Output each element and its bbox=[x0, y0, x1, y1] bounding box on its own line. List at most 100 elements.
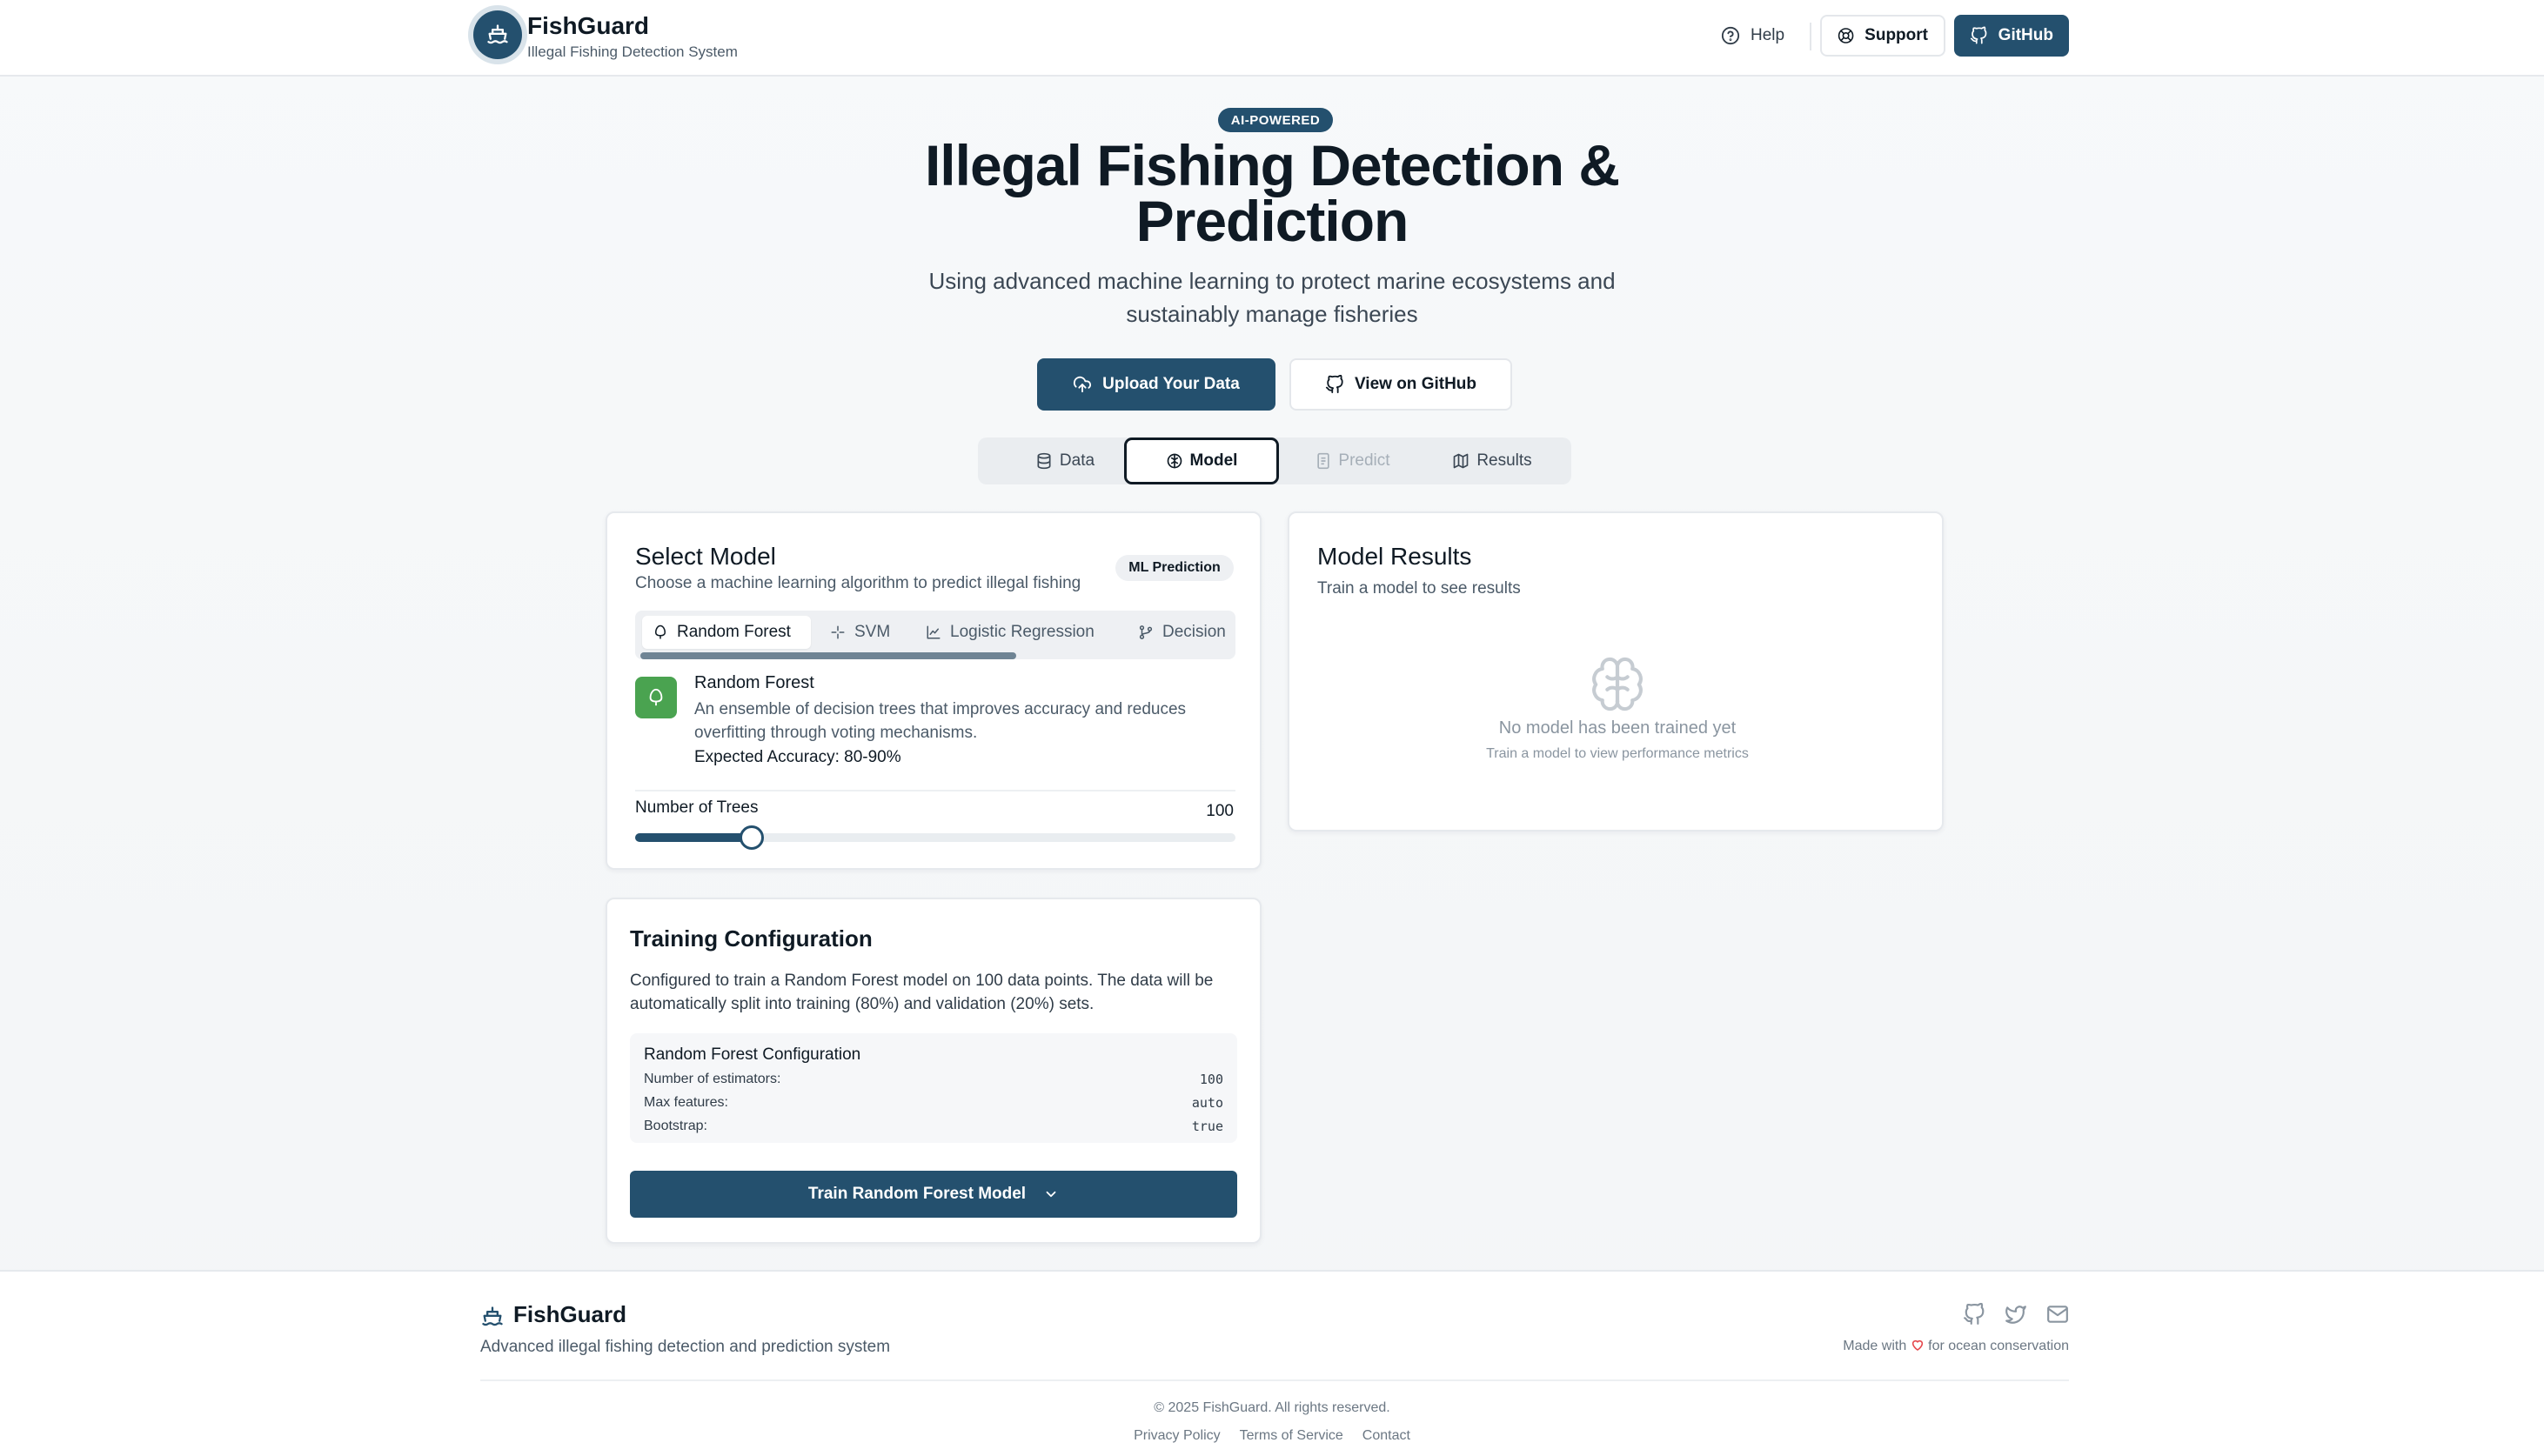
tree-icon bbox=[635, 677, 677, 718]
view-on-github-button[interactable]: View on GitHub bbox=[1289, 358, 1512, 411]
brand-name[interactable]: FishGuard bbox=[527, 12, 649, 40]
trees-slider-fill bbox=[635, 833, 752, 842]
config-value: true bbox=[1191, 1119, 1223, 1134]
select-model-card: Select Model Choose a machine learning a… bbox=[606, 511, 1262, 870]
config-key: Number of estimators: bbox=[644, 1072, 781, 1086]
cloud-upload-icon bbox=[1074, 376, 1092, 393]
hero-title: Illegal Fishing Detection & Prediction bbox=[924, 133, 1620, 253]
config-value: 100 bbox=[1199, 1072, 1223, 1087]
tree-icon bbox=[655, 624, 666, 639]
card-title: Model Results bbox=[1317, 543, 1472, 570]
brand-subtitle: Illegal Fishing Detection System bbox=[527, 43, 738, 60]
twitter-icon[interactable] bbox=[2005, 1303, 2027, 1326]
model-tab-logistic-regression[interactable]: Logistic Regression bbox=[926, 616, 1095, 649]
card-description: Configured to train a Random Forest mode… bbox=[630, 972, 1214, 1013]
tab-results[interactable]: Results bbox=[1418, 437, 1566, 484]
made-prefix: Made with bbox=[1843, 1339, 1907, 1353]
footer: FishGuard Advanced illegal fishing detec… bbox=[0, 1270, 2544, 1456]
github-icon[interactable] bbox=[1963, 1303, 1985, 1326]
footer-tagline: Advanced illegal fishing detection and p… bbox=[480, 1338, 891, 1356]
upload-label: Upload Your Data bbox=[1102, 375, 1240, 393]
header: FishGuard Illegal Fishing Detection Syst… bbox=[0, 0, 2544, 77]
github-button[interactable]: GitHub bbox=[1954, 15, 2069, 57]
brain-icon bbox=[1167, 453, 1182, 469]
empty-state-title: No model has been trained yet bbox=[1498, 718, 1737, 738]
train-label: Train Random Forest Model bbox=[807, 1185, 1027, 1203]
footer-divider bbox=[480, 1379, 2069, 1381]
config-key: Max features: bbox=[644, 1095, 728, 1110]
tab-label: Results bbox=[1476, 451, 1532, 470]
mail-icon[interactable] bbox=[2046, 1303, 2069, 1326]
terms-of-service-link[interactable]: Terms of Service bbox=[1240, 1428, 1343, 1444]
tab-label: Predict bbox=[1338, 451, 1390, 470]
model-tab-label: Decision bbox=[1162, 623, 1226, 641]
card-title: Training Configuration bbox=[630, 925, 873, 952]
document-icon bbox=[1317, 452, 1330, 470]
tab-predict[interactable]: Predict bbox=[1279, 437, 1427, 484]
footer-links: Privacy Policy Terms of Service Contact bbox=[0, 1428, 2544, 1444]
card-title: Select Model bbox=[635, 543, 776, 570]
made-suffix: for ocean conservation bbox=[1928, 1339, 2069, 1353]
ship-logo-icon[interactable] bbox=[473, 10, 522, 59]
empty-state-subtitle: Train a model to view performance metric… bbox=[1486, 746, 1749, 761]
model-tab-random-forest[interactable]: Random Forest bbox=[642, 616, 811, 649]
config-row: Bootstrap: true bbox=[644, 1119, 1223, 1141]
ai-powered-badge: AI-POWERED bbox=[1218, 108, 1333, 132]
trees-value: 100 bbox=[1206, 802, 1234, 820]
config-row: Number of estimators: 100 bbox=[644, 1072, 1223, 1094]
support-label: Support bbox=[1864, 26, 1928, 44]
git-branch-icon bbox=[1139, 625, 1153, 639]
help-circle-icon bbox=[1721, 26, 1740, 45]
config-key: Bootstrap: bbox=[644, 1119, 707, 1133]
help-button[interactable]: Help bbox=[1705, 15, 1800, 57]
config-value: auto bbox=[1191, 1095, 1223, 1111]
tab-data[interactable]: Data bbox=[995, 437, 1135, 484]
map-icon bbox=[1453, 453, 1469, 469]
copyright: © 2025 FishGuard. All rights reserved. bbox=[1154, 1400, 1390, 1415]
config-title: Random Forest Configuration bbox=[644, 1045, 861, 1064]
chevron-down-icon bbox=[1046, 1191, 1056, 1198]
card-description: Train a model to see results bbox=[1317, 579, 1521, 598]
model-tab-label: Random Forest bbox=[677, 623, 791, 641]
privacy-policy-link[interactable]: Privacy Policy bbox=[1134, 1428, 1221, 1444]
social-links bbox=[1958, 1303, 2069, 1329]
header-divider bbox=[1810, 23, 1811, 50]
chart-line-icon bbox=[927, 625, 941, 639]
github-view-label: View on GitHub bbox=[1354, 375, 1477, 393]
divider bbox=[635, 790, 1235, 791]
main-tabs: Data Model Predict Results bbox=[978, 437, 1571, 484]
help-label: Help bbox=[1751, 26, 1785, 44]
ml-prediction-badge: ML Prediction bbox=[1115, 555, 1234, 581]
model-tab-label: SVM bbox=[854, 623, 891, 641]
github-icon bbox=[1970, 26, 1987, 44]
model-tab-svm[interactable]: SVM bbox=[830, 616, 890, 649]
horizontal-scrollbar[interactable] bbox=[640, 652, 1016, 659]
training-configuration-card: Training Configuration Configured to tra… bbox=[606, 898, 1262, 1244]
model-tabs: Random Forest SVM Logistic Regression De… bbox=[635, 611, 1235, 659]
model-results-card: Model Results Train a model to see resul… bbox=[1288, 511, 1944, 832]
trees-label: Number of Trees bbox=[635, 798, 759, 817]
train-model-button[interactable]: Train Random Forest Model bbox=[630, 1171, 1237, 1218]
config-summary: Random Forest Configuration Number of es… bbox=[630, 1033, 1237, 1143]
made-with-note: Made with for ocean conservation bbox=[1723, 1338, 2069, 1354]
brain-icon bbox=[1592, 657, 1643, 711]
tab-label: Data bbox=[1059, 451, 1095, 470]
expected-accuracy: Expected Accuracy: 80-90% bbox=[694, 748, 901, 766]
tab-model[interactable]: Model bbox=[1124, 437, 1279, 484]
github-icon bbox=[1325, 375, 1343, 394]
heart-icon bbox=[1911, 1339, 1923, 1351]
ship-icon bbox=[482, 1306, 503, 1326]
lifebuoy-icon bbox=[1838, 28, 1854, 43]
hero-subtitle: Using advanced machine learning to prote… bbox=[928, 268, 1616, 327]
contact-link[interactable]: Contact bbox=[1362, 1428, 1410, 1444]
model-description: An ensemble of decision trees that impro… bbox=[694, 700, 1187, 742]
trees-slider-thumb[interactable] bbox=[740, 825, 764, 850]
sparkle-icon bbox=[831, 625, 845, 639]
support-button[interactable]: Support bbox=[1820, 15, 1945, 57]
database-icon bbox=[1037, 452, 1051, 470]
github-label: GitHub bbox=[1998, 26, 2053, 44]
model-name: Random Forest bbox=[694, 673, 814, 692]
upload-data-button[interactable]: Upload Your Data bbox=[1037, 358, 1275, 411]
model-tab-label: Logistic Regression bbox=[950, 623, 1095, 641]
model-tab-decision[interactable]: Decision bbox=[1138, 616, 1226, 649]
